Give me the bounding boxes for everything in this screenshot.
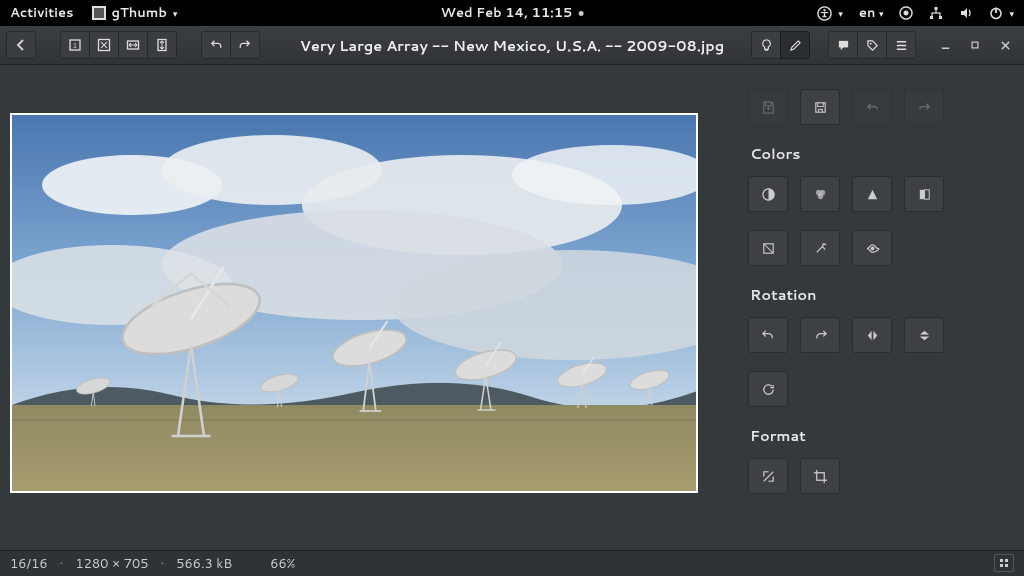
panel-undo-button[interactable]: [852, 89, 892, 125]
app-menu[interactable]: gThumb ▾: [92, 4, 178, 22]
save-as-button[interactable]: [800, 89, 840, 125]
chevron-down-icon: ▾: [879, 7, 884, 20]
grayscale-button[interactable]: [904, 176, 944, 212]
photo: [10, 113, 698, 493]
image-viewer[interactable]: [0, 65, 724, 550]
equalize-button[interactable]: [748, 230, 788, 266]
status-zoom: 66%: [270, 555, 295, 573]
flip-horizontal-button[interactable]: [852, 317, 892, 353]
close-button[interactable]: [992, 33, 1018, 57]
rotate-right-button[interactable]: [800, 317, 840, 353]
power-icon[interactable]: [989, 6, 1003, 20]
tools-group: [751, 31, 810, 59]
tags-button[interactable]: [857, 31, 887, 59]
status-index: 16/16: [10, 555, 48, 573]
volume-icon[interactable]: [959, 6, 973, 20]
curves-button[interactable]: [852, 176, 892, 212]
free-rotate-button[interactable]: [748, 371, 788, 407]
window-title: Very Large Array -- New Mexico, U.S.A. -…: [300, 35, 724, 56]
accessibility-icon[interactable]: [817, 6, 832, 21]
chevron-down-icon: ▾: [173, 7, 178, 20]
zoom-fit-width-button[interactable]: [118, 31, 148, 59]
maximize-button[interactable]: [962, 33, 988, 57]
zoom-fit-height-button[interactable]: [147, 31, 177, 59]
status-bar: 16/16 · 1280 × 705 · 566.3 kB 66%: [0, 550, 1024, 576]
auto-adjust-button[interactable]: [800, 230, 840, 266]
negative-button[interactable]: [852, 230, 892, 266]
crop-button[interactable]: [800, 458, 840, 494]
status-dimensions: 1280 × 705: [75, 555, 148, 573]
rotate-left-button[interactable]: [748, 317, 788, 353]
adjust-contrast-button[interactable]: [748, 176, 788, 212]
status-filesize: 566.3 kB: [176, 555, 232, 573]
input-language[interactable]: en ▾: [859, 4, 884, 22]
gnome-top-bar: Activities gThumb ▾ Wed Feb 14, 11:15 ▾ …: [0, 0, 1024, 26]
app-menu-label: gThumb: [112, 4, 167, 22]
network-icon[interactable]: [929, 6, 943, 20]
edit-panel: Colors Rotatio: [724, 65, 1024, 550]
metadata-group: [828, 31, 916, 59]
comment-button[interactable]: [828, 31, 858, 59]
rotation-heading: Rotation: [750, 284, 1000, 305]
chevron-down-icon: ▾: [1009, 7, 1014, 20]
clock[interactable]: Wed Feb 14, 11:15: [441, 4, 584, 22]
edit-button[interactable]: [780, 31, 810, 59]
save-button[interactable]: [748, 89, 788, 125]
activities-button[interactable]: Activities: [10, 4, 74, 22]
hamburger-menu[interactable]: [886, 31, 916, 59]
thumbnail-pane-toggle[interactable]: [994, 554, 1014, 572]
app-toolbar: 1 Very Large Array -- New Mexico, U.S.A.…: [0, 26, 1024, 65]
zoom-fit-button[interactable]: [89, 31, 119, 59]
colors-heading: Colors: [750, 143, 1000, 164]
adjust-colors-button[interactable]: [800, 176, 840, 212]
zoom-actual-button[interactable]: 1: [60, 31, 90, 59]
format-heading: Format: [750, 425, 1000, 446]
redo-button[interactable]: [230, 31, 260, 59]
flip-vertical-button[interactable]: [904, 317, 944, 353]
panel-redo-button[interactable]: [904, 89, 944, 125]
minimize-button[interactable]: [932, 33, 958, 57]
lightbulb-button[interactable]: [751, 31, 781, 59]
gthumb-icon: [92, 6, 106, 20]
resize-button[interactable]: [748, 458, 788, 494]
undo-redo-group: [201, 31, 260, 59]
record-icon[interactable]: [899, 6, 913, 20]
notification-dot-icon: [578, 11, 583, 16]
fit-mode-group: 1: [60, 31, 177, 59]
main-area: Colors Rotatio: [0, 65, 1024, 550]
svg-text:1: 1: [73, 43, 77, 50]
back-button[interactable]: [6, 31, 36, 59]
chevron-down-icon: ▾: [838, 7, 843, 20]
undo-button[interactable]: [201, 31, 231, 59]
